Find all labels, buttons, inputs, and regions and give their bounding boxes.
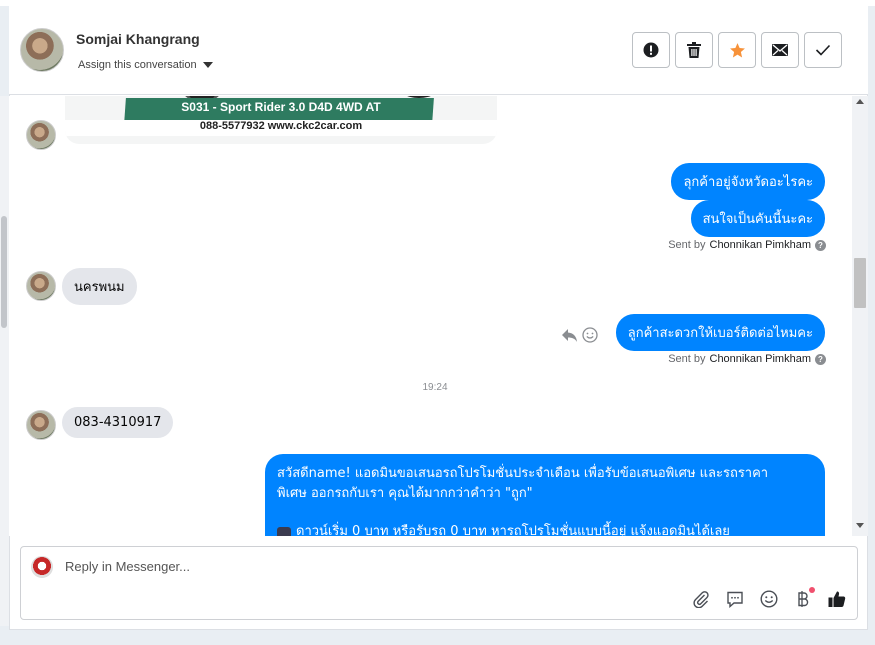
- scroll-down-arrow-icon[interactable]: [856, 523, 864, 528]
- star-icon: [729, 42, 745, 57]
- contact-avatar[interactable]: [20, 28, 64, 72]
- baht-icon: [798, 591, 809, 607]
- delete-button[interactable]: [675, 32, 713, 68]
- saved-reply-icon: [727, 591, 743, 608]
- reply-input[interactable]: [65, 559, 665, 574]
- thread-scrollbar-thumb[interactable]: [854, 258, 866, 308]
- car-image-attachment[interactable]: S031 - Sport Rider 3.0 D4D 4WD AT 088-55…: [65, 96, 497, 144]
- outgoing-message[interactable]: สนใจเป็นคันนี้นะคะ: [690, 200, 825, 237]
- incoming-message[interactable]: นครพนม: [62, 268, 137, 305]
- message-hover-actions: [561, 327, 598, 343]
- trash-icon: [687, 42, 701, 58]
- caret-down-icon: [202, 62, 213, 68]
- conversation-header: Somjai Khangrang Assign this conversatio…: [9, 6, 868, 95]
- send-like-button[interactable]: [827, 589, 847, 609]
- emoji-icon: [760, 590, 778, 608]
- contact-name[interactable]: Somjai Khangrang: [76, 31, 200, 47]
- timestamp-divider: 19:24: [422, 382, 448, 393]
- sent-by-prefix: Sent by: [668, 239, 706, 251]
- left-scrollbar[interactable]: [0, 96, 9, 626]
- composer-tools: [691, 587, 847, 609]
- check-icon: [815, 44, 831, 56]
- conversation-actions: [632, 32, 842, 68]
- reply-composer: [20, 546, 858, 620]
- mark-unread-button[interactable]: [761, 32, 799, 68]
- thumbs-up-icon: [828, 591, 846, 607]
- assign-conversation-dropdown[interactable]: Assign this conversation: [78, 59, 213, 71]
- reply-icon[interactable]: [561, 328, 578, 343]
- scroll-up-arrow-icon[interactable]: [856, 99, 864, 104]
- payment-button[interactable]: [793, 587, 815, 609]
- promo-line: ดาวน์เริ่ม 0 บาท หรือรับรถ 0 บาท หารถโปร…: [296, 524, 730, 536]
- car-emoji-icon: [277, 526, 291, 536]
- message-thread[interactable]: S031 - Sport Rider 3.0 D4D 4WD AT 088-55…: [9, 96, 852, 536]
- image-caption-contact: 088-5577932 www.ckc2car.com: [65, 120, 497, 136]
- outgoing-message[interactable]: ลุกค้าอยู่จังหวัดอะไรคะ: [671, 163, 825, 200]
- envelope-icon: [772, 44, 788, 56]
- promo-line: สวัสดีname! แอดมินขอเสนอรถโปรโมชั่นประจำ…: [277, 466, 769, 481]
- thread-scrollbar[interactable]: [852, 96, 868, 536]
- mark-done-button[interactable]: [804, 32, 842, 68]
- exclamation-icon: [643, 42, 659, 58]
- sent-by-label: Sent by Chonnikan Pimkham ?: [668, 239, 826, 251]
- paperclip-icon: [693, 591, 709, 608]
- image-caption-title: S031 - Sport Rider 3.0 D4D 4WD AT: [181, 100, 381, 114]
- sender-name[interactable]: Chonnikan Pimkham: [710, 239, 812, 251]
- attach-file-button[interactable]: [691, 589, 711, 609]
- assign-conversation-label: Assign this conversation: [78, 59, 197, 71]
- sender-name[interactable]: Chonnikan Pimkham: [710, 353, 812, 365]
- mark-spam-button[interactable]: [632, 32, 670, 68]
- sent-by-label: Sent by Chonnikan Pimkham ?: [668, 353, 826, 365]
- sent-by-prefix: Sent by: [668, 353, 706, 365]
- saved-replies-button[interactable]: [725, 589, 745, 609]
- emoji-button[interactable]: [759, 589, 779, 609]
- follow-up-button[interactable]: [718, 32, 756, 68]
- page-avatar: [31, 556, 53, 578]
- contact-avatar-small: [26, 410, 56, 440]
- question-mark-icon[interactable]: ?: [815, 239, 826, 251]
- react-emoji-icon[interactable]: [582, 327, 598, 343]
- outgoing-promo-message[interactable]: สวัสดีname! แอดมินขอเสนอรถโปรโมชั่นประจำ…: [265, 454, 825, 536]
- incoming-message[interactable]: 083-4310917: [62, 407, 174, 438]
- promo-line: พิเศษ ออกรถกับเรา คุณได้มากกว่าคำว่า "ถู…: [277, 486, 533, 501]
- contact-avatar-small: [26, 271, 56, 301]
- contact-avatar-small: [26, 120, 56, 150]
- question-mark-icon[interactable]: ?: [815, 353, 826, 365]
- notification-dot: [809, 587, 815, 593]
- outgoing-message[interactable]: ลูกค้าสะดวกให้เบอร์ติดต่อไหมคะ: [615, 314, 825, 351]
- left-scrollbar-thumb[interactable]: [1, 216, 7, 328]
